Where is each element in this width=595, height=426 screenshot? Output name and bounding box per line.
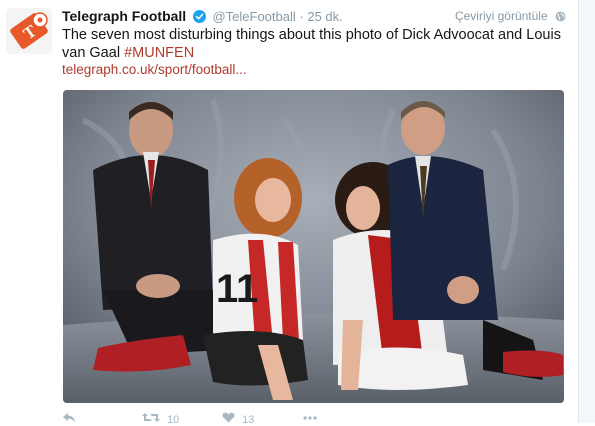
photo-image: 11 — [63, 90, 564, 403]
tweet-card: T Telegraph Football @TeleFootball · 25 … — [0, 0, 578, 426]
tweet-header: Telegraph Football @TeleFootball · 25 dk… — [62, 6, 566, 26]
tweet-actions: 10 13 — [62, 412, 362, 426]
hashtag-link[interactable]: #MUNFEN — [124, 45, 194, 61]
retweet-icon — [142, 413, 160, 426]
avatar[interactable]: T — [6, 8, 52, 54]
like-button[interactable]: 13 — [222, 412, 254, 426]
more-icon[interactable] — [302, 412, 318, 424]
reply-icon[interactable] — [62, 412, 76, 426]
globe-icon — [555, 8, 566, 28]
heart-icon — [222, 412, 235, 426]
retweet-button[interactable]: 10 — [142, 412, 179, 426]
translate-link[interactable]: Çeviriyi görüntüle — [455, 6, 566, 28]
separator-dot: · — [299, 9, 304, 24]
telegraph-football-logo: T — [6, 8, 52, 54]
translate-label: Çeviriyi görüntüle — [454, 9, 548, 23]
article-link[interactable]: telegraph.co.uk/sport/football... — [62, 62, 247, 77]
svg-text:11: 11 — [216, 267, 258, 311]
like-count: 13 — [242, 414, 255, 426]
account-handle[interactable]: @TeleFootball — [212, 9, 295, 24]
tweet-text: The seven most disturbing things about t… — [62, 26, 562, 62]
account-name[interactable]: Telegraph Football — [62, 8, 186, 24]
tweet-timestamp[interactable]: 25 dk. — [307, 9, 342, 24]
timeline-edge — [578, 0, 595, 423]
retweet-count: 10 — [167, 414, 180, 426]
tweet-photo[interactable]: 11 — [63, 90, 564, 403]
